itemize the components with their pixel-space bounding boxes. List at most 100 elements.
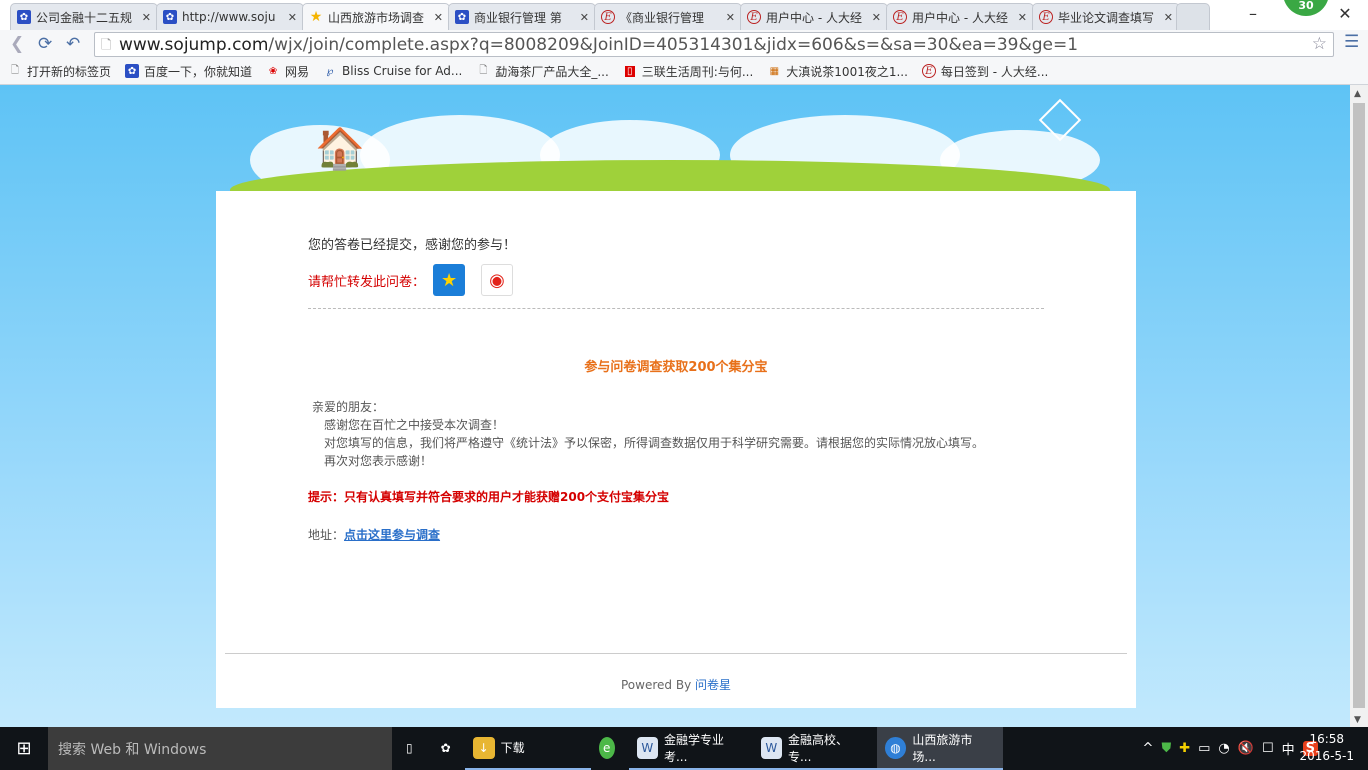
maximize-button[interactable]: □ (1276, 0, 1322, 28)
taskbar-app-word2[interactable]: W 金融高校、专... (752, 727, 877, 770)
vertical-scrollbar[interactable]: ▲ ▼ (1350, 85, 1368, 727)
plus-icon[interactable]: ✚ (1179, 741, 1190, 756)
close-tab-icon[interactable]: ✕ (872, 11, 881, 24)
wifi-icon[interactable]: ◔ (1218, 741, 1229, 756)
undo-icon[interactable]: ↶ (66, 34, 80, 54)
app-label: 金融学专业考... (663, 732, 724, 764)
taskbar-app-word1[interactable]: W 金融学专业考... (628, 727, 753, 770)
address-row: ❮ ⟳ ↶ 🗋 www.sojump.com/wjx/join/complete… (0, 30, 1368, 58)
tab-label: 《商业银行管理 (620, 10, 705, 25)
address-bar[interactable]: 🗋 www.sojump.com/wjx/join/complete.aspx?… (94, 32, 1334, 57)
body-line: 对您填写的信息，我们将严格遵守《统计法》予以保密，所得调查数据仅用于科学研究需要… (324, 436, 985, 450)
system-tray: ^ ⛊ ✚ ▭ ◔ 🔇 ☐ 中 S (1143, 727, 1318, 770)
tab-label: 用户中心 - 人大经 (912, 10, 1008, 25)
windows-start-icon[interactable]: ⊞ (0, 738, 48, 759)
taskbar-app-downloads[interactable]: ↓ 下载 (464, 727, 591, 770)
bookmark-item[interactable]: ❀ 网易 (266, 63, 309, 80)
bookmark-item[interactable]: 🗋 勐海茶厂产品大全_... (476, 63, 608, 80)
page-icon: 🗋 (10, 64, 20, 76)
bookmark-item[interactable]: ✿ 百度一下，你就知道 (125, 63, 252, 80)
chevron-up-icon[interactable]: ^ (1143, 741, 1154, 756)
divider (308, 308, 1044, 309)
clock[interactable]: 16:58 2016-5-1 (1300, 731, 1354, 765)
bookmark-item[interactable]: ℘ Bliss Cruise for Ad... (323, 64, 463, 78)
close-tab-icon[interactable]: ✕ (142, 11, 151, 24)
tab-label: 山西旅游市场调查 (328, 10, 425, 25)
bookmark-item[interactable]: 🗋 打开新的标签页 (8, 63, 111, 80)
qzone-share-icon[interactable]: ★ (433, 264, 466, 296)
footer: Powered By 问卷星 (216, 676, 1136, 693)
tab-label: 毕业论文调查填写 (1058, 10, 1155, 25)
close-tab-icon[interactable]: ✕ (434, 11, 443, 24)
baidu-paw-icon: ✿ (163, 10, 177, 24)
windmill-icon: 🏠 (315, 126, 365, 172)
survey-link[interactable]: 点击这里参与调查 (344, 528, 440, 542)
tab[interactable]: E 用户中心 - 人大经 ✕ (740, 3, 888, 30)
browser-360-icon: e (598, 736, 615, 759)
bookmark-item[interactable]: ▯ 三联生活周刊:与何... (623, 63, 754, 80)
shield-icon[interactable]: ⛊ (1161, 741, 1171, 756)
address-line: 地址：点击这里参与调查 (308, 526, 440, 543)
tab-bar: ✿ 公司金融十二五规 ✕ ✿ http://www.soju ✕ ★ 山西旅游市场调查 ✕ ✿ 商业… (0, 0, 1368, 30)
app-label: 下载 (500, 741, 525, 755)
star-icon: ★ (309, 9, 323, 25)
bookmark-label: 三联生活周刊:与何... (641, 64, 754, 79)
word-icon: W (760, 736, 782, 759)
bookmark-item[interactable]: ▦ 大滇说茶1001夜之1... (767, 63, 908, 80)
ime-indicator[interactable]: 中 (1282, 739, 1295, 758)
close-window-button[interactable]: ✕ (1322, 0, 1368, 28)
bookmark-star-icon[interactable]: ☆ (1312, 34, 1327, 54)
close-tab-icon[interactable]: ✕ (1018, 11, 1027, 24)
tab[interactable]: E 毕业论文调查填写 ✕ (1032, 3, 1180, 30)
url-host: www.sojump.com (119, 34, 269, 55)
tab-label: 公司金融十二五规 (36, 10, 133, 25)
close-tab-icon[interactable]: ✕ (288, 11, 297, 24)
weibo-share-icon[interactable]: ◉ (481, 264, 514, 296)
taskbar-app-360[interactable]: e (591, 727, 629, 770)
app-icon[interactable]: ✿ (427, 727, 465, 770)
url-path: /wjx/join/complete.aspx?q=8008209&JoinID… (268, 34, 1079, 55)
tab[interactable]: E 用户中心 - 人大经 ✕ (886, 3, 1034, 30)
tab[interactable]: ★ 山西旅游市场调查 ✕ (302, 3, 450, 30)
app-label: 山西旅游市场... (912, 732, 973, 764)
menu-icon[interactable]: ☰ (1344, 32, 1359, 52)
bookmark-label: 打开新的标签页 (27, 64, 112, 79)
task-view-icon[interactable]: ▯ (392, 727, 427, 770)
wenjuanxing-link[interactable]: 问卷星 (695, 678, 731, 692)
e-logo-icon: E (921, 64, 936, 78)
reload-icon[interactable]: ⟳ (38, 34, 52, 54)
taskbar-search[interactable]: 搜索 Web 和 Windows (48, 727, 392, 770)
battery-icon[interactable]: ▭ (1198, 741, 1210, 756)
new-tab-button[interactable] (1176, 3, 1210, 30)
close-tab-icon[interactable]: ✕ (726, 11, 735, 24)
notification-icon[interactable]: ☐ (1262, 741, 1274, 756)
share-row: 请帮忙转发此问卷： ★ ◉ (308, 264, 514, 296)
scroll-thumb[interactable] (1353, 103, 1365, 708)
body-line: 再次对您表示感谢！ (324, 454, 433, 468)
word-icon: W (636, 736, 658, 759)
close-tab-icon[interactable]: ✕ (1164, 11, 1173, 24)
page-icon: 🗋 (479, 64, 488, 76)
tab[interactable]: ✿ 商业银行管理 第 ✕ (448, 3, 596, 30)
scroll-up-icon[interactable]: ▲ (1354, 89, 1361, 99)
tab[interactable]: ✿ http://www.soju ✕ (156, 3, 304, 30)
app-label: 金融高校、专... (787, 732, 848, 764)
page-viewport: 🏠 您的答卷已经提交，感谢您的参与！ 请帮忙转发此问卷： ★ ◉ 参与问卷调查获… (0, 85, 1350, 727)
e-logo-icon: E (1039, 10, 1053, 24)
bookmarks-bar: 🗋 打开新的标签页 ✿ 百度一下，你就知道 ❀ 网易 ℘ Bliss Cruise for A… (0, 58, 1368, 85)
tab[interactable]: ✿ 公司金融十二五规 ✕ (10, 3, 158, 30)
back-icon[interactable]: ❮ (10, 34, 24, 54)
time: 16:58 (1309, 732, 1345, 746)
bookmark-item[interactable]: E 每日签到 - 人大经... (921, 63, 1048, 80)
bookmark-label: 网易 (285, 64, 310, 79)
scroll-down-icon[interactable]: ▼ (1354, 715, 1361, 725)
baidu-paw-icon: ✿ (17, 10, 31, 24)
bliss-icon: ℘ (326, 65, 334, 77)
taskbar-app-browser[interactable]: ◍ 山西旅游市场... (876, 727, 1003, 770)
close-tab-icon[interactable]: ✕ (580, 11, 589, 24)
footer-divider (225, 653, 1127, 654)
taskbar: ⊞ 搜索 Web 和 Windows ▯ ✿ ↓ 下载 e W 金融学专业考... … (0, 727, 1368, 770)
volume-muted-icon[interactable]: 🔇 (1238, 741, 1254, 756)
minimize-button[interactable]: – (1230, 0, 1276, 28)
tab[interactable]: E 《商业银行管理 ✕ (594, 3, 742, 30)
